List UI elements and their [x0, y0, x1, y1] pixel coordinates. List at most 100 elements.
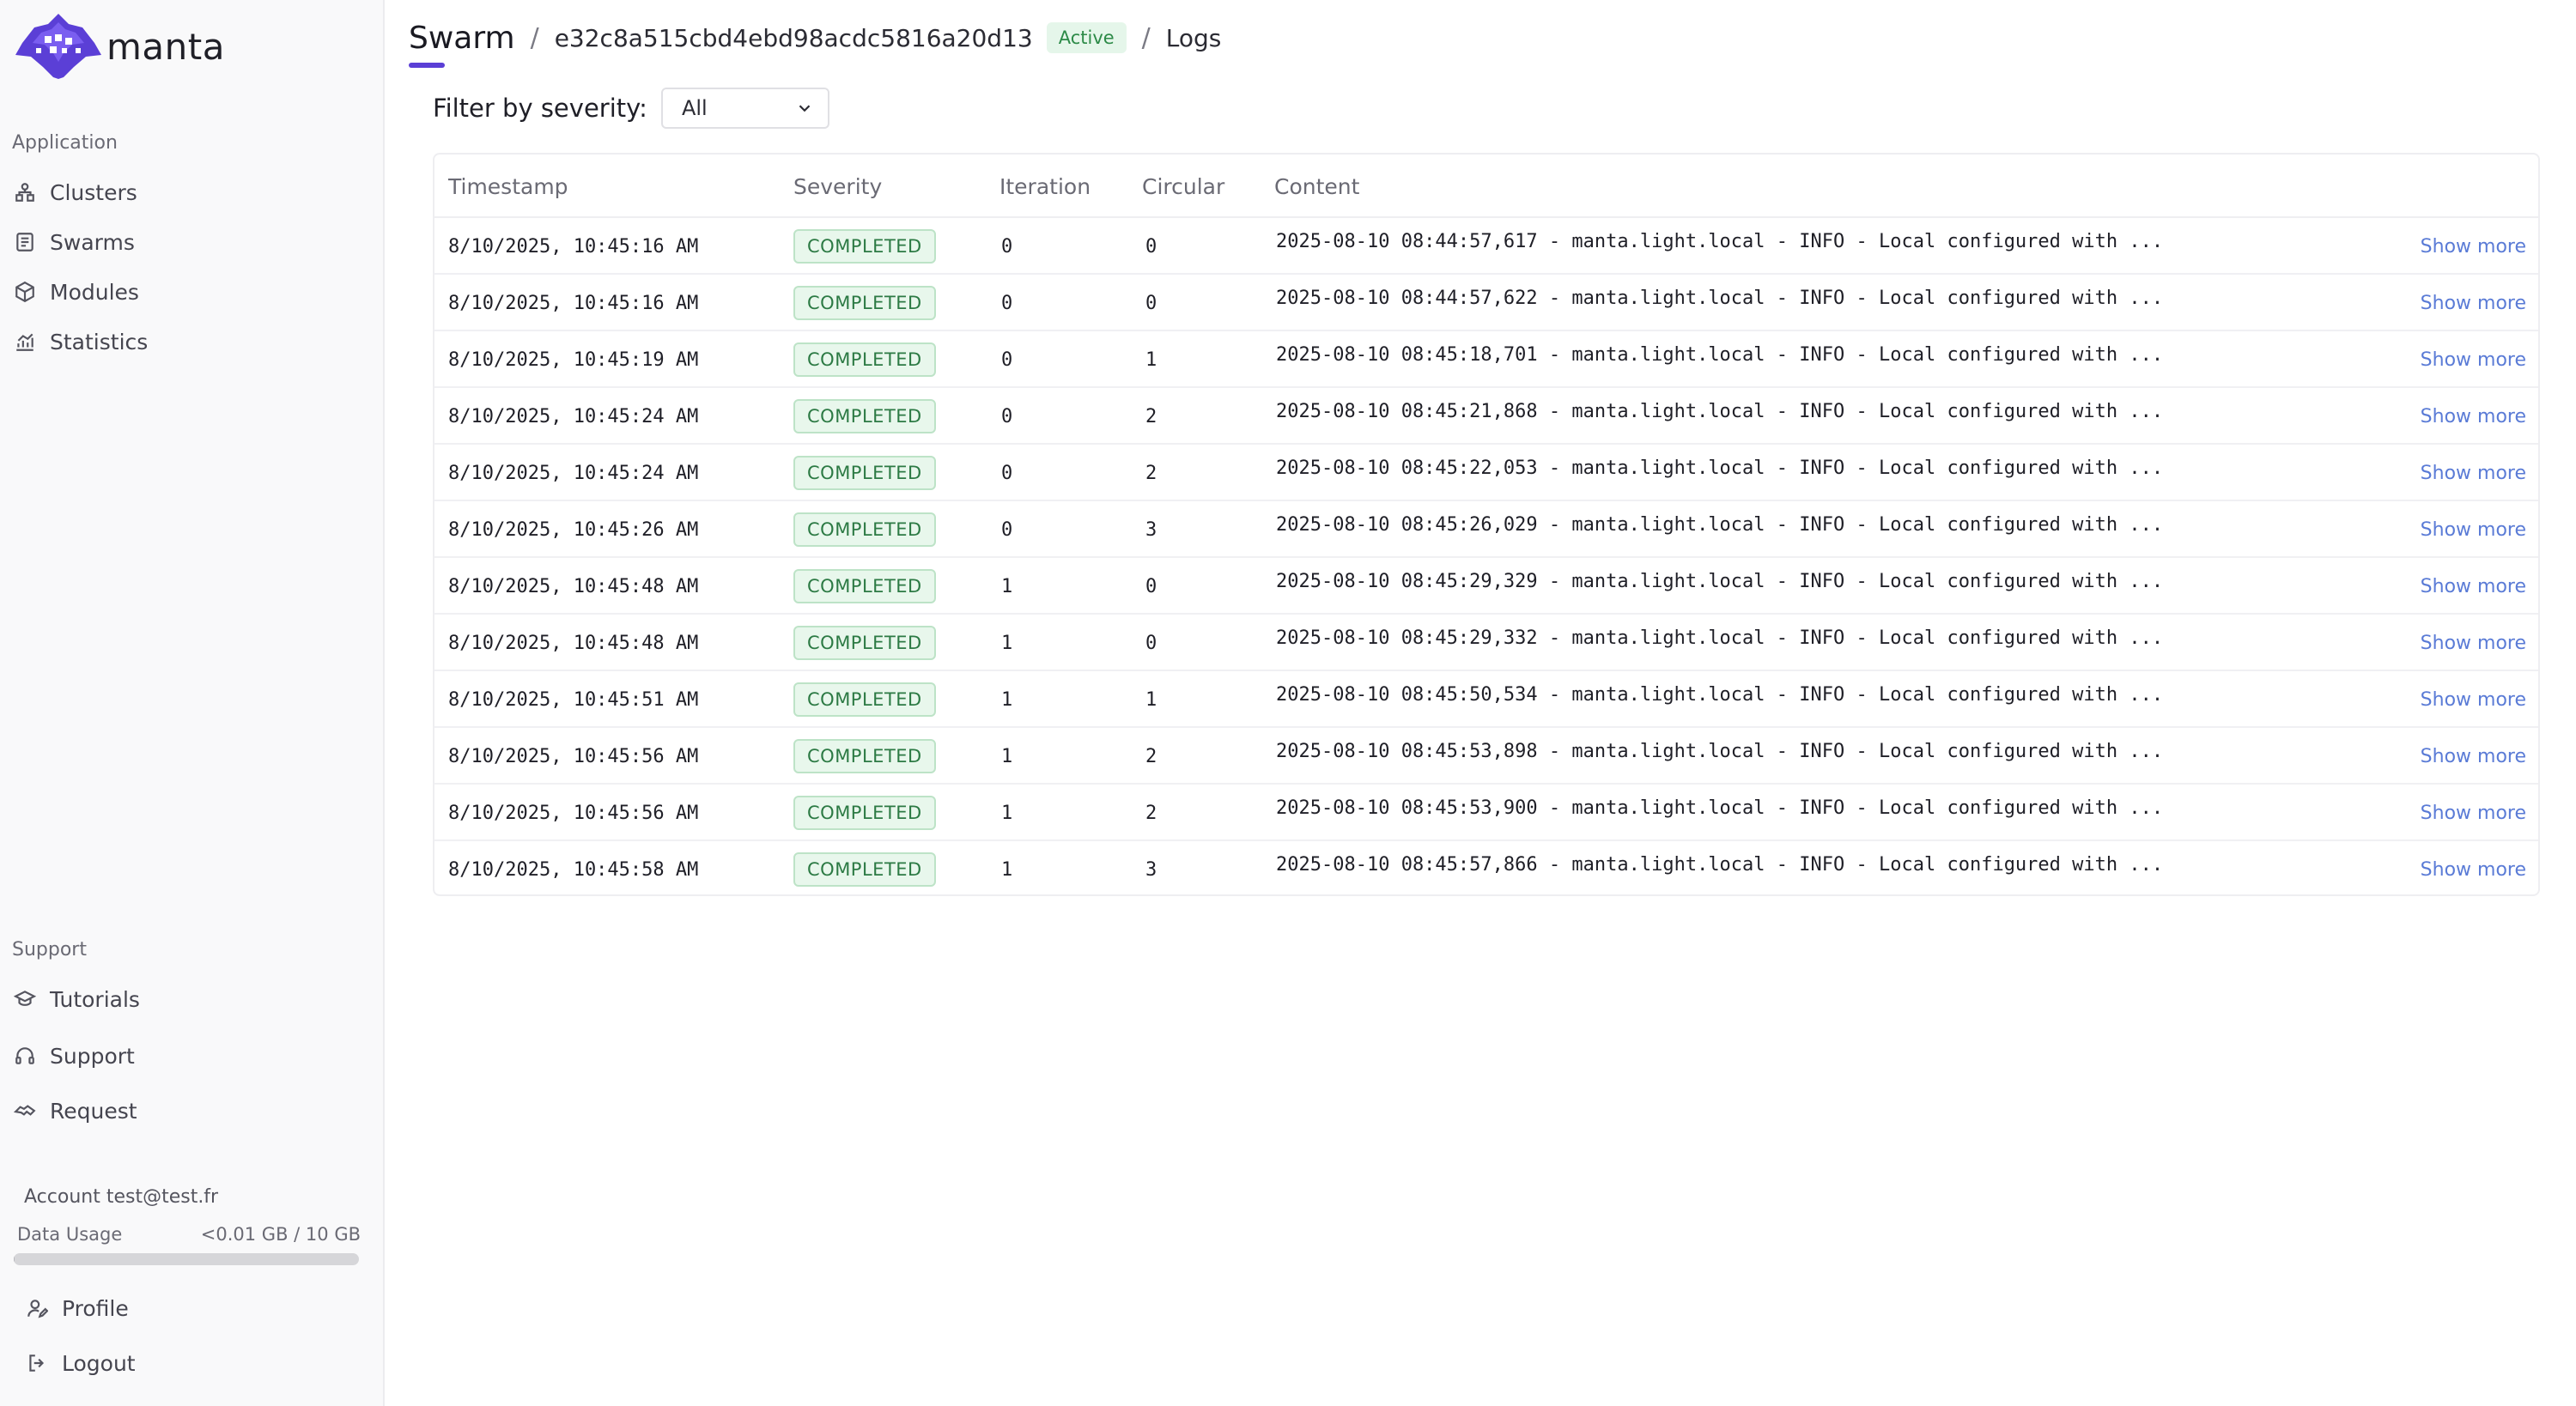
- show-more-link[interactable]: Show more: [2421, 841, 2526, 898]
- table-row: 8/10/2025, 10:45:51 AM COMPLETED 1 1 2025-08…: [434, 671, 2538, 728]
- show-more-link[interactable]: Show more: [2421, 445, 2526, 501]
- table-row: 8/10/2025, 10:45:56 AM COMPLETED 1 2 2025-08…: [434, 728, 2538, 785]
- row-timestamp: 8/10/2025, 10:45:24 AM: [448, 462, 699, 484]
- show-more-label[interactable]: Show more: [2421, 633, 2526, 654]
- table-row: 8/10/2025, 10:45:56 AM COMPLETED 1 2 2025-08…: [434, 785, 2538, 841]
- row-content: 2025-08-10 08:45:21,868 - manta.light.lo…: [1276, 400, 2164, 422]
- sidebar-item-clusters[interactable]: Clusters: [12, 172, 137, 213]
- data-usage-label: Data Usage: [17, 1224, 123, 1245]
- show-more-label[interactable]: Show more: [2421, 803, 2526, 824]
- row-iteration: 1: [1001, 632, 1013, 654]
- show-more-label[interactable]: Show more: [2421, 236, 2526, 258]
- row-severity-cell: COMPLETED: [793, 558, 936, 615]
- show-more-label[interactable]: Show more: [2421, 689, 2526, 711]
- column-header-iteration: Iteration: [999, 173, 1091, 199]
- row-iteration: 0: [1001, 405, 1013, 427]
- statistics-icon: [12, 329, 38, 355]
- show-more-label[interactable]: Show more: [2421, 406, 2526, 427]
- breadcrumb-swarm[interactable]: Swarm: [409, 21, 515, 68]
- severity-badge: COMPLETED: [793, 399, 936, 433]
- account-email: Account test@test.fr: [24, 1186, 219, 1208]
- show-more-label[interactable]: Show more: [2421, 293, 2526, 314]
- row-circular: 0: [1145, 235, 1157, 258]
- show-more-link[interactable]: Show more: [2421, 275, 2526, 331]
- severity-badge: COMPLETED: [793, 286, 936, 320]
- row-circular: 2: [1145, 405, 1157, 427]
- show-more-label[interactable]: Show more: [2421, 349, 2526, 371]
- sidebar-item-label: Tutorials: [50, 986, 140, 1012]
- row-timestamp: 8/10/2025, 10:45:51 AM: [448, 688, 699, 711]
- show-more-label[interactable]: Show more: [2421, 463, 2526, 484]
- table-row: 8/10/2025, 10:45:16 AM COMPLETED 0 0 2025-08…: [434, 275, 2538, 331]
- row-iteration: 0: [1001, 348, 1013, 371]
- data-usage-value: <0.01 GB / 10 GB: [200, 1224, 361, 1245]
- sidebar-item-label: Support: [50, 1043, 135, 1069]
- severity-badge: COMPLETED: [793, 229, 936, 264]
- sidebar-item-tutorials[interactable]: Tutorials: [12, 979, 140, 1020]
- sidebar-item-support[interactable]: Support: [12, 1035, 135, 1076]
- row-iteration: 1: [1001, 802, 1013, 824]
- show-more-link[interactable]: Show more: [2421, 728, 2526, 785]
- row-content: 2025-08-10 08:44:57,622 - manta.light.lo…: [1276, 287, 2164, 309]
- row-timestamp: 8/10/2025, 10:45:26 AM: [448, 518, 699, 541]
- row-iteration: 0: [1001, 292, 1013, 314]
- table-row: 8/10/2025, 10:45:24 AM COMPLETED 0 2 2025-08…: [434, 388, 2538, 445]
- show-more-link[interactable]: Show more: [2421, 218, 2526, 275]
- table-row: 8/10/2025, 10:45:58 AM COMPLETED 1 3 2025-08…: [434, 841, 2538, 898]
- row-content: 2025-08-10 08:45:18,701 - manta.light.lo…: [1276, 343, 2164, 366]
- handshake-icon: [12, 1098, 38, 1124]
- show-more-label[interactable]: Show more: [2421, 519, 2526, 541]
- sidebar-item-label: Statistics: [50, 329, 149, 355]
- row-severity-cell: COMPLETED: [793, 785, 936, 841]
- row-circular: 3: [1145, 518, 1157, 541]
- row-severity-cell: COMPLETED: [793, 331, 936, 388]
- sidebar: manta Application Clusters Swarms Module…: [0, 0, 385, 1406]
- severity-select[interactable]: All: [660, 88, 829, 129]
- table-row: 8/10/2025, 10:45:16 AM COMPLETED 0 0 2025-08…: [434, 218, 2538, 275]
- row-severity-cell: COMPLETED: [793, 615, 936, 671]
- sidebar-item-statistics[interactable]: Statistics: [12, 321, 148, 362]
- sidebar-item-logout[interactable]: Logout: [24, 1342, 136, 1384]
- show-more-link[interactable]: Show more: [2421, 501, 2526, 558]
- table-row: 8/10/2025, 10:45:24 AM COMPLETED 0 2 2025-08…: [434, 445, 2538, 501]
- severity-badge: COMPLETED: [793, 342, 936, 377]
- row-content: 2025-08-10 08:44:57,617 - manta.light.lo…: [1276, 230, 2164, 252]
- row-timestamp: 8/10/2025, 10:45:56 AM: [448, 802, 699, 824]
- manta-logo-icon: [15, 14, 101, 79]
- row-iteration: 1: [1001, 745, 1013, 767]
- severity-badge: COMPLETED: [793, 456, 936, 490]
- row-severity-cell: COMPLETED: [793, 445, 936, 501]
- data-usage: Data Usage <0.01 GB / 10 GB: [17, 1224, 361, 1245]
- sidebar-item-modules[interactable]: Modules: [12, 271, 139, 312]
- row-severity-cell: COMPLETED: [793, 275, 936, 331]
- row-content: 2025-08-10 08:45:53,900 - manta.light.lo…: [1276, 797, 2164, 819]
- show-more-link[interactable]: Show more: [2421, 785, 2526, 841]
- headset-icon: [12, 1043, 38, 1069]
- sidebar-item-swarms[interactable]: Swarms: [12, 221, 135, 263]
- column-header-timestamp: Timestamp: [448, 173, 568, 199]
- brand-name: manta: [106, 25, 225, 68]
- row-timestamp: 8/10/2025, 10:45:16 AM: [448, 292, 699, 314]
- show-more-link[interactable]: Show more: [2421, 615, 2526, 671]
- show-more-label[interactable]: Show more: [2421, 576, 2526, 597]
- show-more-label[interactable]: Show more: [2421, 859, 2526, 881]
- show-more-label[interactable]: Show more: [2421, 746, 2526, 767]
- severity-badge: COMPLETED: [793, 796, 936, 830]
- manta-logo[interactable]: manta: [12, 10, 225, 82]
- row-timestamp: 8/10/2025, 10:45:19 AM: [448, 348, 699, 371]
- logout-icon: [24, 1350, 50, 1376]
- row-timestamp: 8/10/2025, 10:45:58 AM: [448, 858, 699, 881]
- sidebar-item-profile[interactable]: Profile: [24, 1288, 129, 1329]
- row-circular: 0: [1145, 575, 1157, 597]
- show-more-link[interactable]: Show more: [2421, 388, 2526, 445]
- show-more-link[interactable]: Show more: [2421, 331, 2526, 388]
- row-severity-cell: COMPLETED: [793, 218, 936, 275]
- table-header: Timestamp Severity Iteration Circular Co…: [434, 155, 2538, 218]
- row-timestamp: 8/10/2025, 10:45:16 AM: [448, 235, 699, 258]
- sidebar-item-request[interactable]: Request: [12, 1090, 137, 1131]
- breadcrumb-swarm-id[interactable]: e32c8a515cbd4ebd98acdc5816a20d13: [555, 24, 1033, 52]
- severity-badge: COMPLETED: [793, 682, 936, 717]
- show-more-link[interactable]: Show more: [2421, 671, 2526, 728]
- show-more-link[interactable]: Show more: [2421, 558, 2526, 615]
- row-iteration: 0: [1001, 462, 1013, 484]
